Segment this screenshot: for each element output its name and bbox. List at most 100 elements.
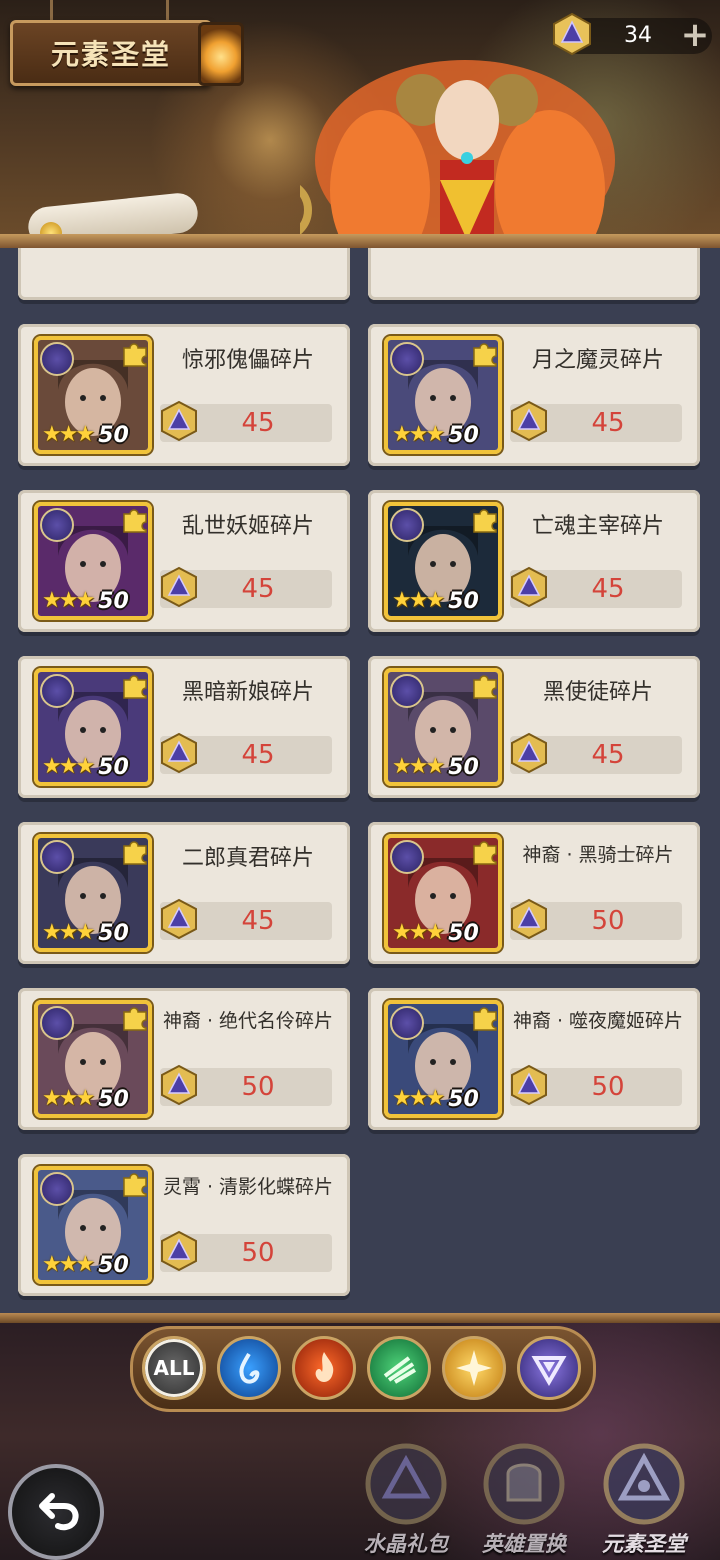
star-rating: ★ ★ ★ 50 bbox=[392, 754, 479, 780]
puzzle-piece-icon bbox=[473, 841, 497, 865]
hero-level: 50 bbox=[448, 1086, 479, 1112]
hero-level: 50 bbox=[448, 920, 479, 946]
hero-portrait: ★ ★ ★ 50 bbox=[34, 502, 152, 620]
faction-badge-icon bbox=[390, 840, 424, 874]
puzzle-piece-icon bbox=[123, 509, 147, 533]
hero-level: 50 bbox=[98, 588, 129, 614]
shard-card[interactable]: ★ ★ ★ 50 灵霄 · 清影化蝶碎片 50 bbox=[18, 1154, 350, 1296]
hero-portrait: ★ ★ ★ 50 bbox=[34, 834, 152, 952]
shard-card-partial[interactable] bbox=[368, 248, 700, 300]
star-rating: ★ ★ ★ 50 bbox=[392, 1086, 479, 1112]
nav-crystal-pack[interactable]: 水晶礼包 bbox=[346, 1436, 466, 1560]
hero-level: 50 bbox=[448, 754, 479, 780]
star-rating: ★ ★ ★ 50 bbox=[42, 1252, 129, 1278]
puzzle-piece-icon bbox=[123, 343, 147, 367]
wind-element-icon bbox=[383, 1356, 417, 1384]
hero-portrait: ★ ★ ★ 50 bbox=[384, 336, 502, 454]
add-currency-button[interactable]: + bbox=[678, 18, 712, 54]
nav-label: 英雄置换 bbox=[482, 1532, 566, 1556]
nav-label: 水晶礼包 bbox=[364, 1532, 448, 1556]
hero-level: 50 bbox=[448, 588, 479, 614]
star-rating: ★ ★ ★ 50 bbox=[42, 588, 129, 614]
shard-card[interactable]: ★ ★ ★ 50 乱世妖姬碎片 45 bbox=[18, 490, 350, 632]
shard-card[interactable]: ★ ★ ★ 50 二郎真君碎片 45 bbox=[18, 822, 350, 964]
page-title: 元素圣堂 bbox=[50, 38, 171, 71]
shard-list[interactable]: ★ ★ ★ 50 惊邪傀儡碎片 45 ★ ★ ★ 50 月之魔灵碎片 45 ★ ★ ★ 50 乱世妖姬碎片 45 ★… bbox=[0, 248, 720, 1313]
shard-name: 黑使徒碎片 bbox=[542, 680, 653, 705]
star-icon: ★ bbox=[75, 1252, 96, 1277]
sign-rope bbox=[166, 0, 169, 20]
hero-portrait: ★ ★ ★ 50 bbox=[34, 668, 152, 786]
star-rating: ★ ★ ★ 50 bbox=[42, 920, 129, 946]
star-icon: ★ bbox=[75, 1086, 96, 1111]
shard-card[interactable]: ★ ★ ★ 50 神裔 · 噬夜魔姬碎片 50 bbox=[368, 988, 700, 1130]
hero-level: 50 bbox=[98, 422, 129, 448]
shard-card[interactable]: ★ ★ ★ 50 亡魂主宰碎片 45 bbox=[368, 490, 700, 632]
faction-badge-icon bbox=[40, 342, 74, 376]
shard-name: 神裔 · 绝代名伶碎片 bbox=[162, 1010, 334, 1032]
star-rating: ★ ★ ★ 50 bbox=[392, 920, 479, 946]
filter-light-button[interactable] bbox=[442, 1336, 506, 1400]
faction-badge-icon bbox=[40, 1172, 74, 1206]
nav-hero-swap[interactable]: 英雄置换 bbox=[464, 1436, 584, 1560]
shard-name: 神裔 · 黑骑士碎片 bbox=[522, 844, 674, 866]
star-icon: ★ bbox=[425, 1086, 446, 1111]
crystal-icon bbox=[553, 12, 591, 56]
star-rating: ★ ★ ★ 50 bbox=[392, 588, 479, 614]
shard-name: 二郎真君碎片 bbox=[181, 846, 314, 871]
puzzle-piece-icon bbox=[473, 1007, 497, 1031]
fire-element-icon bbox=[315, 1352, 334, 1382]
star-rating: ★ ★ ★ 50 bbox=[42, 1086, 129, 1112]
shard-price: 45 bbox=[591, 574, 625, 604]
shard-name: 惊邪傀儡碎片 bbox=[181, 348, 314, 373]
filter-dark-button[interactable] bbox=[517, 1336, 581, 1400]
star-icon: ★ bbox=[75, 588, 96, 613]
star-rating: ★ ★ ★ 50 bbox=[392, 422, 479, 448]
filter-fire-button[interactable] bbox=[292, 1336, 356, 1400]
light-element-icon bbox=[456, 1350, 492, 1386]
puzzle-piece-icon bbox=[123, 1007, 147, 1031]
shard-card[interactable]: ★ ★ ★ 50 惊邪傀儡碎片 45 bbox=[18, 324, 350, 466]
filter-wind-button[interactable] bbox=[367, 1336, 431, 1400]
puzzle-piece-icon bbox=[123, 1173, 147, 1197]
banner-floor bbox=[0, 234, 720, 248]
hero-level: 50 bbox=[98, 754, 129, 780]
bottom-edge bbox=[0, 1313, 720, 1323]
shard-card[interactable]: ★ ★ ★ 50 神裔 · 黑骑士碎片 50 bbox=[368, 822, 700, 964]
hero-level: 50 bbox=[448, 422, 479, 448]
back-button[interactable] bbox=[8, 1464, 104, 1560]
title-sign: 元素圣堂 bbox=[10, 20, 212, 86]
puzzle-piece-icon bbox=[473, 675, 497, 699]
shard-card-partial[interactable] bbox=[18, 248, 350, 300]
star-icon: ★ bbox=[425, 422, 446, 447]
star-rating: ★ ★ ★ 50 bbox=[42, 754, 129, 780]
currency-value: 34 bbox=[624, 23, 652, 48]
dark-element-icon bbox=[531, 1356, 567, 1386]
faction-badge-icon bbox=[40, 1006, 74, 1040]
shard-card[interactable]: ★ ★ ★ 50 黑使徒碎片 45 bbox=[368, 656, 700, 798]
shard-card[interactable]: ★ ★ ★ 50 黑暗新娘碎片 45 bbox=[18, 656, 350, 798]
shard-name: 神裔 · 噬夜魔姬碎片 bbox=[512, 1010, 684, 1032]
hero-portrait: ★ ★ ★ 50 bbox=[384, 834, 502, 952]
filter-all-button[interactable]: ALL bbox=[142, 1336, 206, 1400]
hero-portrait: ★ ★ ★ 50 bbox=[384, 1000, 502, 1118]
nav-element-sanctum[interactable]: 元素圣堂 bbox=[584, 1436, 704, 1560]
shard-name: 黑暗新娘碎片 bbox=[181, 680, 314, 705]
hero-swap-icon bbox=[483, 1443, 565, 1525]
shard-card[interactable]: ★ ★ ★ 50 月之魔灵碎片 45 bbox=[368, 324, 700, 466]
star-icon: ★ bbox=[75, 422, 96, 447]
shard-card[interactable]: ★ ★ ★ 50 神裔 · 绝代名伶碎片 50 bbox=[18, 988, 350, 1130]
filter-water-button[interactable] bbox=[217, 1336, 281, 1400]
star-icon: ★ bbox=[425, 754, 446, 779]
element-sanctum-icon bbox=[603, 1443, 685, 1525]
shard-name: 乱世妖姬碎片 bbox=[181, 514, 314, 539]
hero-level: 50 bbox=[98, 1252, 129, 1278]
sign-rope bbox=[50, 0, 53, 20]
shard-price: 45 bbox=[241, 574, 275, 604]
shard-name: 亡魂主宰碎片 bbox=[531, 514, 664, 539]
shard-price: 50 bbox=[591, 1072, 625, 1102]
shard-price: 45 bbox=[591, 408, 625, 438]
hero-portrait: ★ ★ ★ 50 bbox=[34, 1166, 152, 1284]
star-icon: ★ bbox=[425, 588, 446, 613]
faction-badge-icon bbox=[390, 674, 424, 708]
